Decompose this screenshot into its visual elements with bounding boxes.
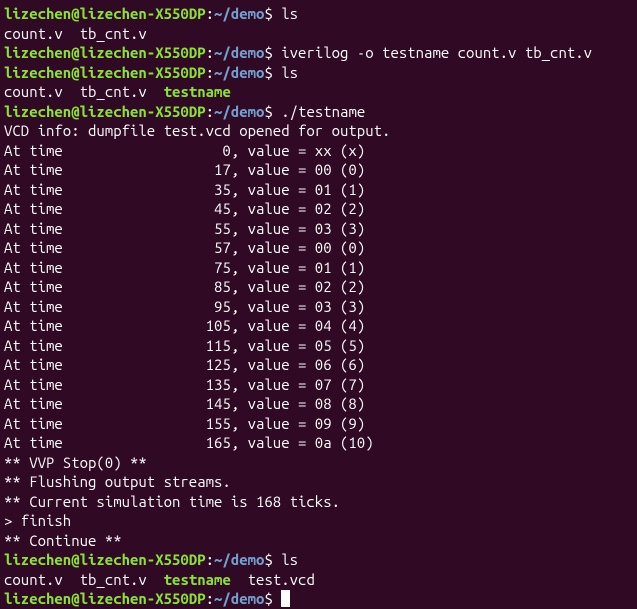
sim-line: At time 165, value = 0a (10) xyxy=(4,433,633,453)
prompt-line-1: lizechen@lizechen-X550DP:~/demo$ ls xyxy=(4,4,633,24)
executable-file: testname xyxy=(164,83,231,100)
sim-line: At time 145, value = 08 (8) xyxy=(4,394,633,414)
sim-line: At time 17, value = 00 (0) xyxy=(4,160,633,180)
sim-line: At time 45, value = 02 (2) xyxy=(4,199,633,219)
command-run: ./testname xyxy=(281,103,365,120)
command-ls-1: ls xyxy=(281,5,298,22)
prompt-line-3: lizechen@lizechen-X550DP:~/demo$ ls xyxy=(4,63,633,83)
sim-line: At time 155, value = 09 (9) xyxy=(4,414,633,434)
executable-file: testname xyxy=(164,571,231,588)
prompt-line-2: lizechen@lizechen-X550DP:~/demo$ iverilo… xyxy=(4,43,633,63)
sim-line: At time 125, value = 06 (6) xyxy=(4,355,633,375)
command-ls-2: ls xyxy=(281,64,298,81)
flush-streams: ** Flushing output streams. xyxy=(4,472,633,492)
terminal[interactable]: lizechen@lizechen-X550DP:~/demo$ ls coun… xyxy=(4,4,633,609)
finish-cmd: > finish xyxy=(4,511,633,531)
prompt-line-active[interactable]: lizechen@lizechen-X550DP:~/demo$ xyxy=(4,589,633,609)
sim-line: At time 35, value = 01 (1) xyxy=(4,180,633,200)
sim-line: At time 135, value = 07 (7) xyxy=(4,375,633,395)
sim-line: At time 57, value = 00 (0) xyxy=(4,238,633,258)
sim-line: At time 95, value = 03 (3) xyxy=(4,297,633,317)
prompt-line-5: lizechen@lizechen-X550DP:~/demo$ ls xyxy=(4,550,633,570)
continue-msg: ** Continue ** xyxy=(4,531,633,551)
sim-time: ** Current simulation time is 168 ticks. xyxy=(4,492,633,512)
cursor xyxy=(281,590,290,607)
ls-output-2: count.v tb_cnt.v testname xyxy=(4,82,633,102)
prompt-line-4: lizechen@lizechen-X550DP:~/demo$ ./testn… xyxy=(4,102,633,122)
ls-output-1: count.v tb_cnt.v xyxy=(4,24,633,44)
vvp-stop: ** VVP Stop(0) ** xyxy=(4,453,633,473)
sim-line: At time 0, value = xx (x) xyxy=(4,141,633,161)
simulation-output: At time 0, value = xx (x)At time 17, val… xyxy=(4,141,633,453)
command-ls-3: ls xyxy=(281,551,298,568)
sim-line: At time 55, value = 03 (3) xyxy=(4,219,633,239)
sim-line: At time 105, value = 04 (4) xyxy=(4,316,633,336)
command-iverilog: iverilog -o testname count.v tb_cnt.v xyxy=(281,44,592,61)
sim-line: At time 85, value = 02 (2) xyxy=(4,277,633,297)
ls-output-3: count.v tb_cnt.v testname test.vcd xyxy=(4,570,633,590)
sim-line: At time 75, value = 01 (1) xyxy=(4,258,633,278)
cwd-path: ~/demo xyxy=(214,5,264,22)
vcd-info: VCD info: dumpfile test.vcd opened for o… xyxy=(4,121,633,141)
user-host: lizechen@lizechen-X550DP xyxy=(4,5,206,22)
sim-line: At time 115, value = 05 (5) xyxy=(4,336,633,356)
